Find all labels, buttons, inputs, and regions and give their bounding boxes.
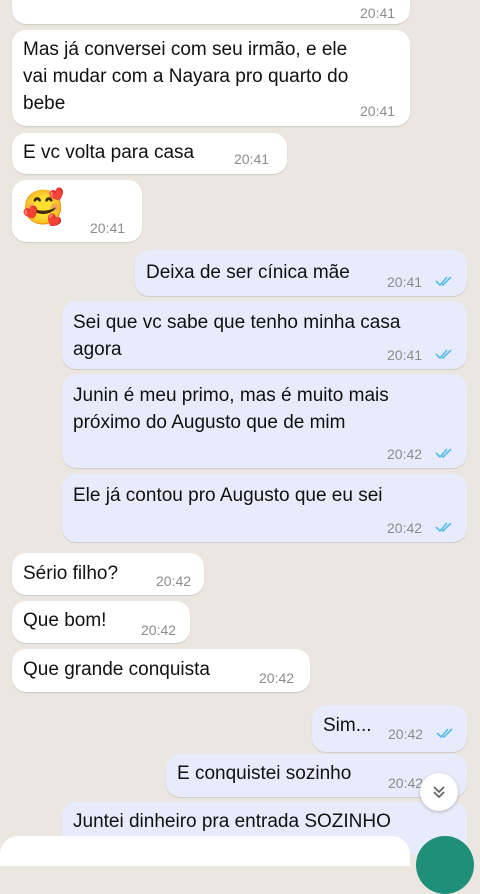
message-bubble-outgoing[interactable]: Sim... 20:42 — [312, 705, 467, 752]
message-time: 20:42 — [387, 446, 423, 462]
message-time: 20:41 — [387, 274, 423, 290]
message-time: 20:41 — [360, 5, 396, 21]
smiling-face-with-hearts-emoji: 🥰 — [22, 189, 65, 227]
message-bubble-outgoing[interactable]: Sei que vc sabe que tenho minha casa ago… — [62, 301, 467, 369]
double-check-icon — [435, 276, 452, 287]
message-text: Junin é meu primo, mas é muito mais próx… — [73, 385, 389, 433]
message-bubble-outgoing[interactable]: Deixa de ser cínica mãe 20:41 — [135, 250, 467, 296]
message-text: Juntei dinheiro pra entrada SOZINHO — [73, 811, 391, 832]
message-time: 20:41 — [234, 151, 270, 167]
message-text: Ele já contou pro Augusto que eu sei — [73, 485, 383, 506]
message-bubble-incoming[interactable]: Sério filho? 20:42 — [12, 553, 204, 595]
message-bubble-incoming[interactable]: E vc volta para casa 20:41 — [12, 133, 287, 174]
message-time: 20:42 — [141, 622, 177, 638]
message-text: E vc volta para casa — [23, 142, 195, 163]
message-bubble-outgoing[interactable]: Ele já contou pro Augusto que eu sei 20:… — [62, 474, 467, 542]
double-check-icon — [435, 522, 452, 533]
message-time: 20:41 — [387, 347, 423, 363]
scroll-to-bottom-button[interactable] — [420, 773, 458, 811]
message-text: Que bom! — [23, 610, 107, 631]
send-voice-button[interactable] — [416, 836, 474, 894]
message-text: Sim... — [323, 715, 372, 736]
message-text: Mas já conversei com seu irmão, e ele va… — [23, 39, 349, 114]
message-text: Que grande conquista — [23, 659, 210, 680]
message-text: Sério filho? — [23, 563, 119, 584]
message-bubble-incoming[interactable]: Mas já conversei com seu irmão, e ele va… — [12, 30, 410, 126]
message-bubble-outgoing[interactable]: Junin é meu primo, mas é muito mais próx… — [62, 374, 467, 468]
double-check-icon — [436, 728, 453, 739]
message-bubble-incoming[interactable]: Que bom! 20:42 — [12, 601, 190, 643]
message-input-bar[interactable] — [0, 836, 410, 866]
message-time: 20:41 — [360, 103, 396, 119]
double-check-icon — [435, 349, 452, 360]
message-time: 20:42 — [259, 670, 295, 686]
message-bubble-incoming[interactable]: 🥰 20:41 — [12, 180, 142, 242]
chat-thread[interactable]: 20:41 Mas já conversei com seu irmão, e … — [0, 0, 480, 854]
message-bubble-incoming[interactable]: Que grande conquista 20:42 — [12, 649, 310, 692]
double-check-icon — [435, 448, 452, 459]
message-text: E conquistei sozinho — [177, 763, 352, 784]
message-time: 20:42 — [388, 726, 424, 742]
message-time: 20:42 — [388, 775, 424, 791]
chevron-double-down-icon — [433, 786, 445, 799]
message-text: Sei que vc sabe que tenho minha casa ago… — [73, 312, 401, 360]
message-time: 20:41 — [90, 220, 126, 236]
message-time: 20:42 — [387, 520, 423, 536]
message-bubble-incoming[interactable]: 20:41 — [12, 0, 410, 24]
message-text: Deixa de ser cínica mãe — [146, 262, 350, 283]
message-time: 20:42 — [156, 573, 192, 589]
